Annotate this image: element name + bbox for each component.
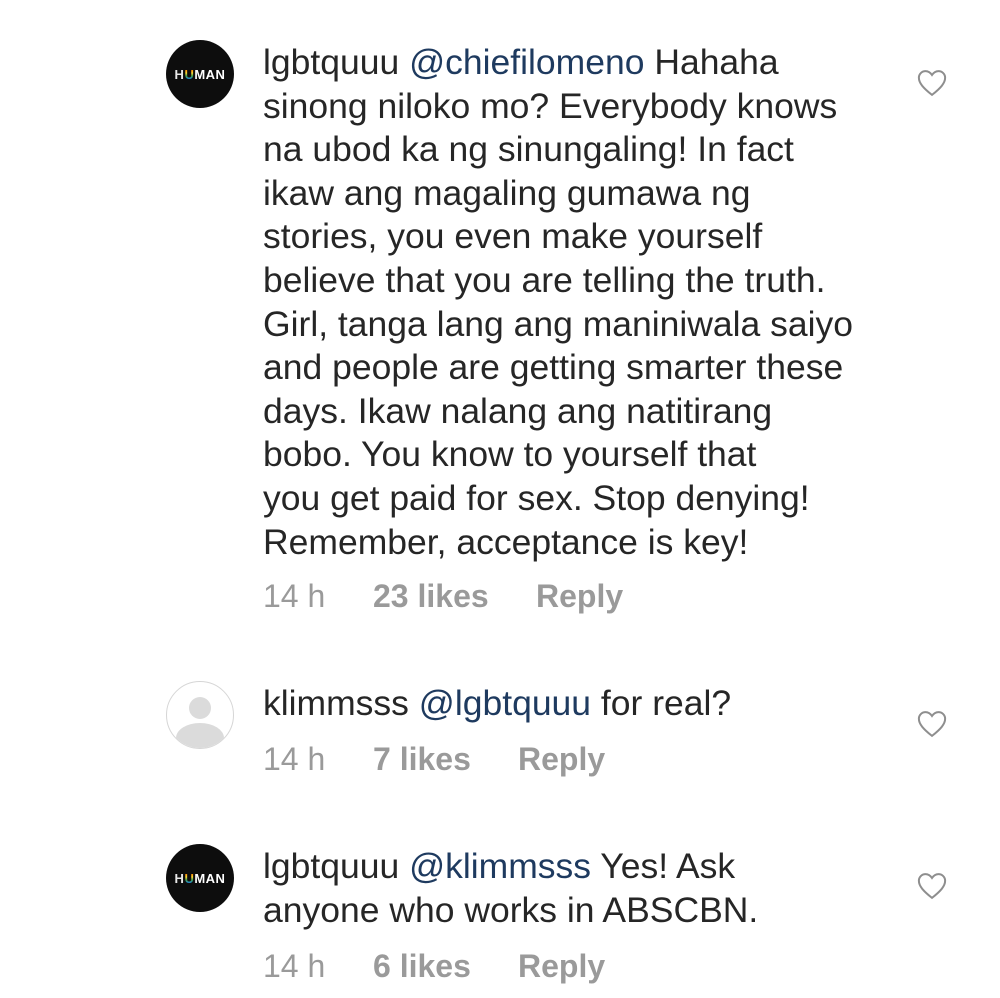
avatar-logo-text: H <box>174 66 185 82</box>
default-avatar-head <box>189 697 211 719</box>
comment-username[interactable]: klimmsss <box>263 683 409 723</box>
comment-text-line: bobo. You know to yourself that <box>263 434 757 475</box>
comment-likes[interactable]: 23 likes <box>373 578 536 615</box>
heart-outline-icon[interactable] <box>917 872 947 900</box>
reply-button[interactable]: Reply <box>518 741 605 778</box>
comment-text-line: you get paid for sex. Stop denying! <box>263 477 810 518</box>
default-avatar-body <box>176 723 224 748</box>
comment-text-line: Yes! Ask <box>600 846 736 886</box>
heart-outline-icon[interactable] <box>917 710 947 738</box>
comment-text-line: na ubod ka ng sinungaling! In fact <box>263 129 794 170</box>
comment-username[interactable]: lgbtquuu <box>263 846 399 886</box>
reply-button[interactable]: Reply <box>536 578 623 615</box>
comment-timestamp: 14 h <box>263 741 326 777</box>
reply-button[interactable]: Reply <box>518 948 605 985</box>
comment-text-line: Remember, acceptance is key! <box>263 521 749 562</box>
comment-meta: 14 h 6 likes Reply <box>263 948 605 985</box>
comment-text-line: for real? <box>600 683 732 723</box>
comment-mention[interactable]: @chiefilomeno <box>409 42 644 82</box>
comment-text-line: believe that you are telling the truth. <box>263 259 826 300</box>
heart-outline-icon[interactable] <box>917 69 947 97</box>
comment-likes[interactable]: 7 likes <box>373 741 518 778</box>
comment-meta: 14 h 23 likes Reply <box>263 578 623 615</box>
comment-likes[interactable]: 6 likes <box>373 948 518 985</box>
avatar[interactable]: H U MAN <box>166 40 234 108</box>
comment-text-line: stories, you even make yourself <box>263 216 763 257</box>
comment-username[interactable]: lgbtquuu <box>263 42 399 82</box>
comment-text-line: Girl, tanga lang ang maniniwala saiyo <box>263 303 854 344</box>
comment-body: lgbtquuu @chiefilomeno Hahaha sinong nil… <box>263 41 883 564</box>
comment-mention[interactable]: @lgbtquuu <box>419 683 591 723</box>
comment-timestamp: 14 h <box>263 948 326 984</box>
avatar-logo-text: H <box>174 870 185 886</box>
comment-body: klimmsss @lgbtquuu for real? <box>263 682 883 726</box>
comment-text-line: and people are getting smarter these <box>263 347 844 388</box>
comment-text-line: days. Ikaw nalang ang natitirang <box>263 390 773 431</box>
comment-meta: 14 h 7 likes Reply <box>263 741 605 778</box>
avatar[interactable] <box>166 681 234 749</box>
comment-text-line: Hahaha <box>654 42 779 82</box>
comment-text-line: sinong niloko mo? Everybody knows <box>263 85 838 126</box>
comment-body: lgbtquuu @klimmsss Yes! Ask anyone who w… <box>263 845 883 932</box>
comment-text-line: ikaw ang magaling gumawa ng <box>263 172 751 213</box>
comment-text-line: anyone who works in ABSCBN. <box>263 889 759 930</box>
comment-mention[interactable]: @klimmsss <box>409 846 591 886</box>
comment-timestamp: 14 h <box>263 578 326 614</box>
avatar[interactable]: H U MAN <box>166 844 234 912</box>
